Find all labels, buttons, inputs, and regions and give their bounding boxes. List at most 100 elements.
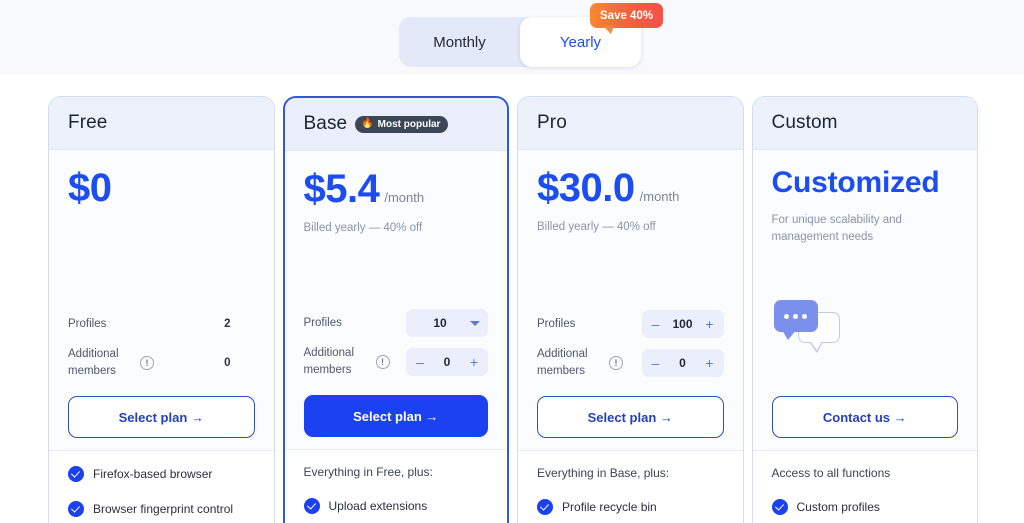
- billed-note: Billed yearly — 40% off: [537, 221, 656, 233]
- plan-header-pro: Pro: [518, 97, 743, 150]
- quantity-row-profiles: Profiles 10: [304, 308, 489, 338]
- feature-item: Upload extensions: [303, 498, 489, 514]
- most-popular-badge: 🔥 Most popular: [355, 115, 449, 133]
- quantity-row-profiles: Profiles 2: [68, 309, 255, 339]
- select-plan-button-pro[interactable]: Select plan →: [537, 396, 724, 438]
- price-row: $30.0 /month: [537, 167, 724, 209]
- quantity-value: 2: [224, 318, 231, 331]
- plan-body-pro: $30.0 /month Billed yearly — 40% off Pro…: [518, 150, 743, 450]
- check-icon: [537, 499, 554, 515]
- additional-members-stepper[interactable]: – 0 +: [406, 347, 489, 376]
- profiles-dropdown[interactable]: 10: [406, 309, 489, 338]
- plan-header-free: Free: [49, 97, 274, 150]
- plan-card-free: Free $0 Profiles 2 Additional members ! …: [48, 96, 275, 523]
- increment-button[interactable]: +: [704, 317, 716, 331]
- price-period: /month: [639, 189, 680, 204]
- quantity-value: 0: [679, 355, 686, 370]
- plan-header-custom: Custom: [752, 97, 978, 150]
- feature-label: Upload extensions: [328, 499, 428, 513]
- select-plan-button-base[interactable]: Select plan →: [303, 395, 489, 437]
- select-plan-button-free[interactable]: Select plan →: [68, 396, 255, 438]
- billing-toggle-band: Monthly Yearly Save 40%: [0, 0, 1024, 74]
- plan-card-custom: Custom Customized For unique scalability…: [751, 96, 979, 523]
- plan-body-custom: Customized For unique scalability and ma…: [753, 150, 978, 450]
- profiles-stepper[interactable]: – 100 +: [641, 310, 724, 339]
- check-icon: [771, 499, 788, 515]
- plan-header-base: Base 🔥 Most popular: [284, 98, 508, 151]
- quantity-row-additional-members: Additional members ! – 0 +: [537, 346, 724, 379]
- chat-bubble-filled: [773, 300, 818, 340]
- quantity-row-additional-members: Additional members ! 0: [68, 346, 255, 379]
- fire-icon: 🔥: [361, 118, 374, 129]
- price-row: Customized: [772, 167, 959, 199]
- quantity-area: Profiles 2 Additional members ! 0: [68, 309, 255, 386]
- plan-title: Free: [68, 112, 108, 133]
- quantity-value: 0: [443, 354, 451, 369]
- quantity-area: Profiles 10 Additional members ! – 0 +: [304, 308, 489, 385]
- quantity-label: Profiles: [68, 318, 107, 331]
- save-badge: Save 40%: [590, 3, 664, 34]
- quantity-row-profiles: Profiles – 100 +: [537, 309, 724, 339]
- plan-body-base: $5.4 /month Billed yearly — 40% off Prof…: [285, 151, 508, 449]
- plan-body-free: $0 Profiles 2 Additional members ! 0 Sel…: [49, 150, 274, 450]
- plan-title: Custom: [771, 112, 838, 133]
- feature-item: Firefox-based browser: [68, 466, 255, 482]
- features-free: Firefox-based browser Browser fingerprin…: [49, 450, 274, 523]
- most-popular-label: Most popular: [377, 118, 441, 130]
- feature-label: Firefox-based browser: [93, 467, 213, 481]
- feature-item: Browser fingerprint control: [68, 501, 255, 517]
- price-row: $5.4 /month: [304, 168, 489, 210]
- quantity-label: Profiles: [303, 317, 342, 330]
- quantity-label: Additional members: [303, 347, 355, 376]
- features-note: Access to all functions: [771, 466, 891, 480]
- toggle-option-monthly[interactable]: Monthly: [399, 17, 520, 67]
- plan-price: $0: [68, 166, 112, 210]
- decrement-button[interactable]: –: [650, 317, 662, 331]
- features-note: Everything in Base, plus:: [537, 466, 670, 480]
- plan-card-base: Base 🔥 Most popular $5.4 /month Billed y…: [282, 96, 510, 523]
- plan-title: Pro: [537, 112, 567, 133]
- increment-button[interactable]: +: [704, 356, 716, 370]
- check-icon: [68, 501, 84, 517]
- pricing-cards: Free $0 Profiles 2 Additional members ! …: [48, 96, 979, 523]
- decrement-button[interactable]: –: [414, 355, 426, 369]
- contact-us-button[interactable]: Contact us →: [771, 396, 959, 438]
- quantity-area: Profiles – 100 + Additional members ! – …: [537, 309, 724, 386]
- decrement-button[interactable]: –: [650, 356, 662, 370]
- check-icon: [303, 498, 320, 514]
- increment-button[interactable]: +: [468, 355, 480, 369]
- plan-price: $30.0: [537, 166, 635, 210]
- quantity-row-additional-members: Additional members ! – 0 +: [304, 345, 489, 378]
- plan-title: Base: [303, 113, 348, 134]
- info-icon[interactable]: !: [140, 355, 154, 370]
- billed-note: Billed yearly — 40% off: [303, 222, 423, 234]
- quantity-value: 100: [672, 317, 693, 332]
- features-note: Everything in Free, plus:: [303, 465, 433, 479]
- quantity-label: Profiles: [537, 318, 576, 331]
- features-pro: Everything in Base, plus: Profile recycl…: [518, 450, 743, 523]
- price-period: /month: [384, 190, 425, 205]
- chevron-down-icon[interactable]: [470, 320, 481, 326]
- feature-label: Custom profiles: [796, 500, 880, 514]
- features-base: Everything in Free, plus: Upload extensi…: [284, 449, 508, 523]
- dot: [802, 313, 808, 319]
- features-custom: Access to all functions Custom profiles: [752, 450, 978, 523]
- additional-members-stepper[interactable]: – 0 +: [641, 348, 724, 377]
- plan-description: For unique scalability and management ne…: [771, 213, 902, 243]
- price-row: $0: [68, 167, 255, 209]
- dot: [793, 313, 799, 319]
- feature-label: Profile recycle bin: [562, 500, 657, 514]
- check-icon: [68, 466, 84, 482]
- feature-item: Custom profiles: [771, 499, 959, 515]
- plan-price: $5.4: [303, 167, 380, 211]
- quantity-value: 0: [224, 356, 231, 369]
- dot: [784, 313, 790, 319]
- quantity-label: Additional members: [537, 348, 588, 377]
- feature-item: Profile recycle bin: [537, 499, 724, 515]
- info-icon[interactable]: !: [375, 354, 390, 369]
- info-icon[interactable]: !: [609, 355, 624, 370]
- quantity-label: Additional members: [68, 348, 119, 377]
- chat-bubbles-icon: [772, 300, 842, 353]
- plan-card-pro: Pro $30.0 /month Billed yearly — 40% off…: [517, 96, 744, 523]
- plan-price: Customized: [771, 166, 940, 199]
